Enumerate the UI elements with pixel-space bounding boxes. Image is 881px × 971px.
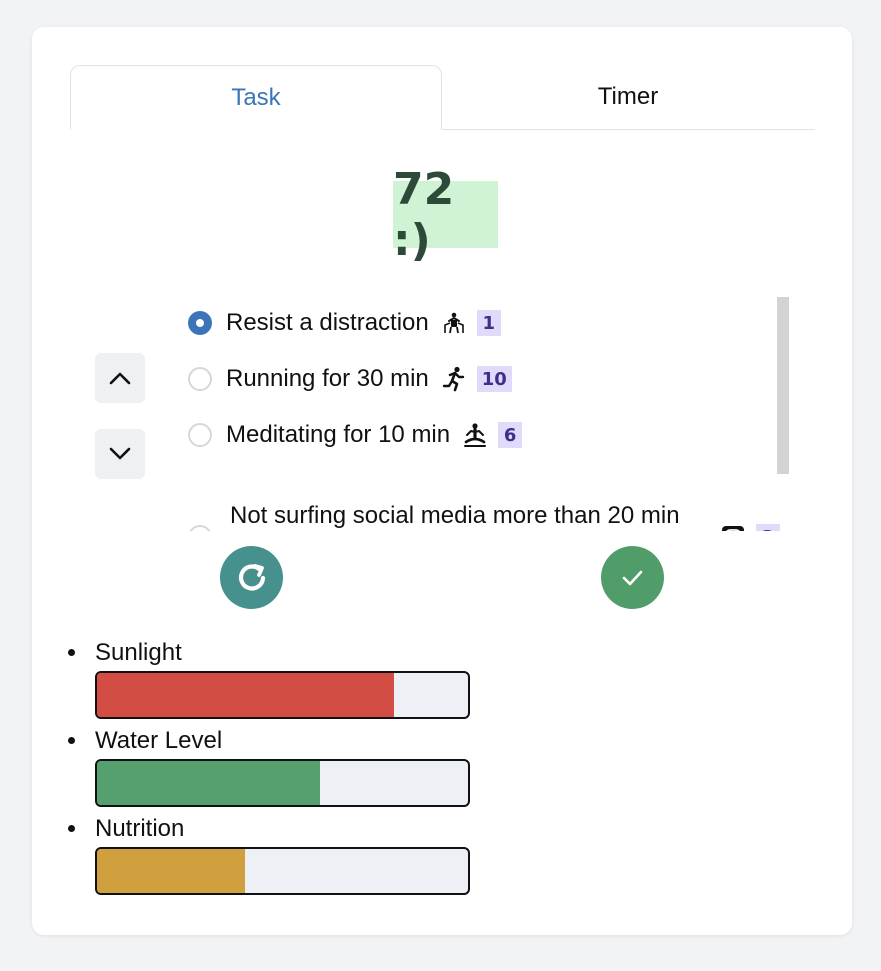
task-label: Running for 30 min	[226, 365, 429, 392]
refresh-button[interactable]	[220, 546, 283, 609]
stat-bar-fill	[97, 849, 246, 893]
task-radio[interactable]	[188, 311, 212, 335]
task-radio[interactable]	[188, 525, 212, 531]
task-meta: 3	[708, 524, 780, 531]
list-bullet	[68, 737, 75, 744]
task-item-running[interactable]: Running for 30 min 10	[182, 359, 782, 399]
points-badge: 1	[476, 310, 501, 336]
task-item-social-media[interactable]: Not surfing social media more than 20 mi…	[182, 497, 782, 531]
refresh-icon	[238, 563, 265, 591]
scroll-down-button[interactable]	[95, 429, 145, 479]
points-badge: 3	[756, 524, 780, 531]
list-bullet	[68, 825, 75, 832]
complete-task-button[interactable]	[601, 546, 664, 609]
chevron-up-icon	[109, 372, 131, 385]
stat-bar-fill	[97, 761, 320, 805]
stat-label: Sunlight	[95, 639, 182, 666]
task-label: Resist a distraction	[226, 309, 429, 336]
task-list[interactable]: Resist a distraction 1 Running for 30 mi…	[182, 299, 792, 531]
task-item-resist-distraction[interactable]: Resist a distraction 1	[182, 303, 782, 343]
stat-bar-fill	[97, 673, 394, 717]
stat-bar	[95, 847, 470, 895]
points-badge: 10	[476, 366, 512, 392]
list-bullet	[68, 649, 75, 656]
main-card: Task Timer 72 :) Resist a distraction 1 …	[32, 27, 852, 935]
task-radio[interactable]	[188, 367, 212, 391]
checkmark-icon	[622, 570, 642, 585]
task-radio[interactable]	[188, 423, 212, 447]
tab-task[interactable]: Task	[70, 65, 442, 130]
tab-bar: Task Timer	[70, 65, 815, 130]
tab-timer[interactable]: Timer	[442, 65, 814, 129]
instagram-icon	[720, 524, 746, 531]
task-label: Meditating for 10 min	[226, 421, 451, 448]
score-display: 72 :)	[393, 164, 498, 266]
task-label: Not surfing social media more than 20 mi…	[230, 502, 680, 529]
points-badge: 6	[498, 422, 523, 448]
task-item-meditating[interactable]: Meditating for 10 min 6	[182, 415, 782, 455]
stat-label: Nutrition	[95, 815, 185, 842]
stat-bar	[95, 671, 470, 719]
scroll-up-button[interactable]	[95, 353, 145, 403]
distraction-icon	[441, 310, 467, 336]
meditation-icon	[462, 422, 488, 448]
chevron-down-icon	[109, 447, 131, 460]
running-icon	[441, 366, 467, 392]
stat-bar	[95, 759, 470, 807]
stat-label: Water Level	[95, 727, 223, 754]
task-list-scrollbar[interactable]	[777, 297, 789, 474]
